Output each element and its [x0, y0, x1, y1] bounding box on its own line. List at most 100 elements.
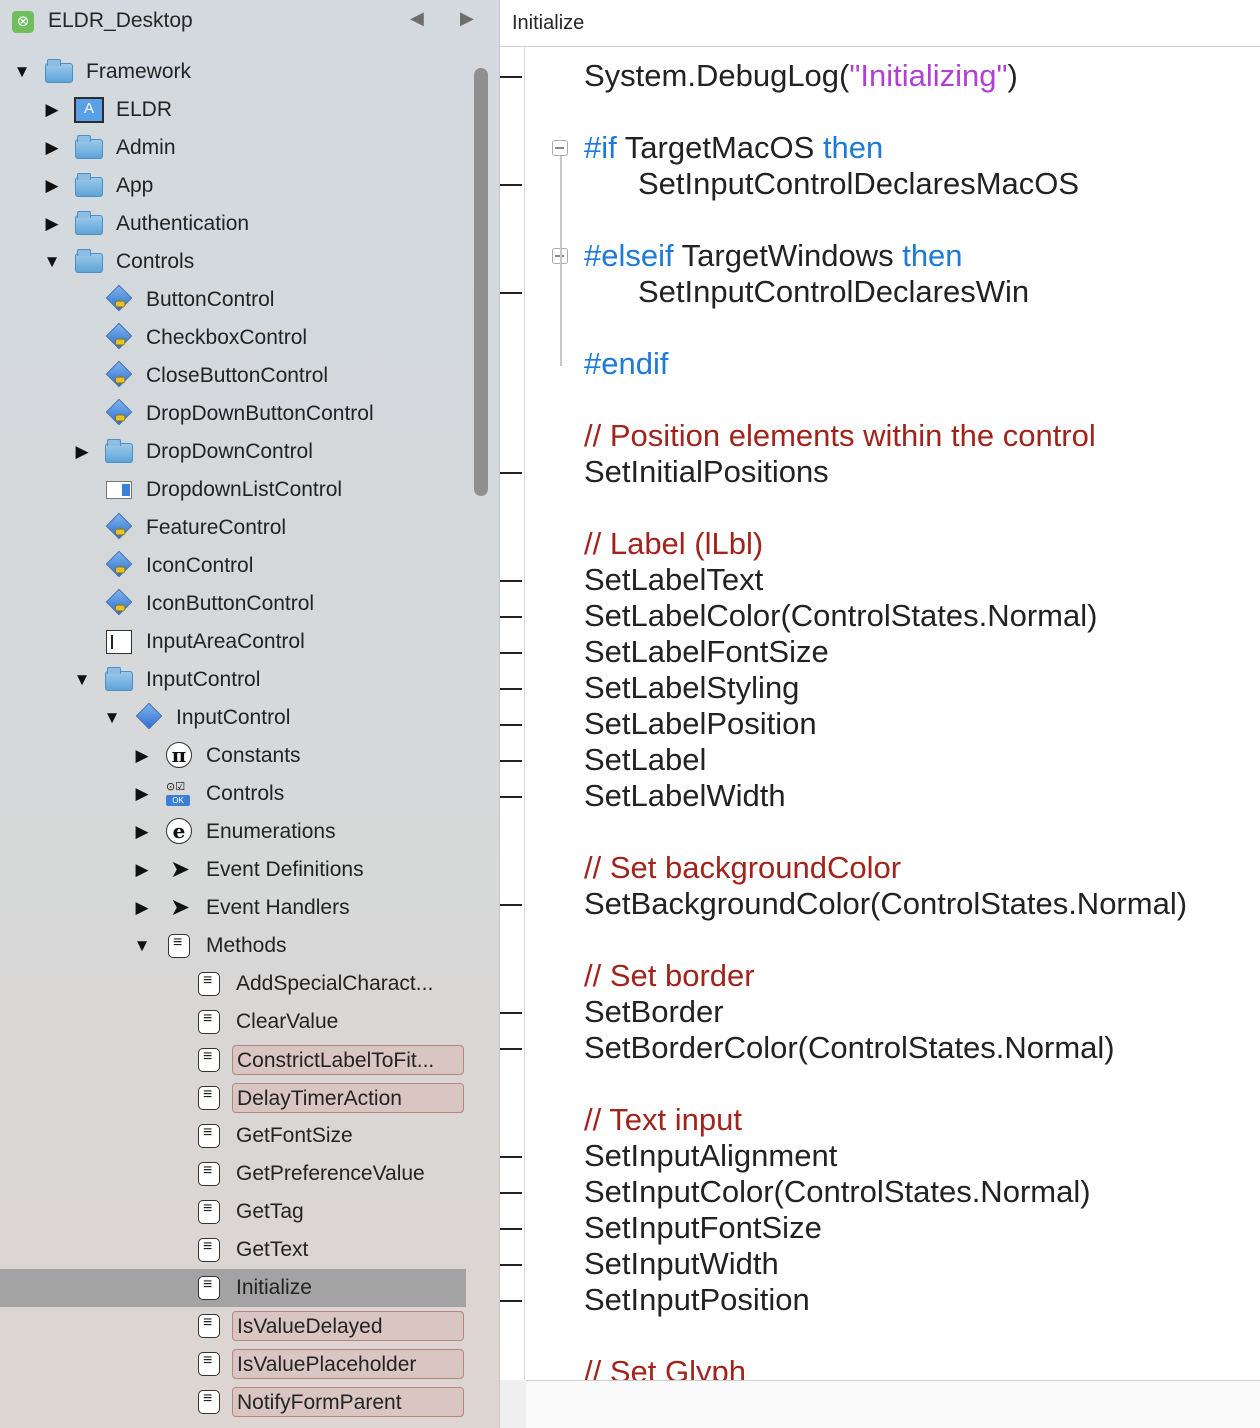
disclosure-collapsed-icon[interactable]: ▶	[72, 441, 92, 463]
breakpoint-tick[interactable]	[500, 688, 522, 690]
forward-arrow-icon[interactable]: ▶	[460, 8, 474, 29]
tree-row[interactable]: ▶ ⊙☑ OK Controls	[0, 775, 470, 813]
tree-row[interactable]: ButtonControl	[0, 281, 470, 319]
disclosure-collapsed-icon[interactable]: ▶	[42, 213, 62, 235]
tree-row[interactable]: ▼ Methods	[0, 927, 470, 965]
breakpoint-tick[interactable]	[500, 724, 522, 726]
code-line[interactable]: SetInputAlignment	[584, 1138, 837, 1174]
tree-row[interactable]: ▶ ➤ Event Definitions	[0, 851, 470, 889]
breakpoint-tick[interactable]	[500, 184, 522, 186]
tree-row[interactable]: NotifyFormParent	[0, 1383, 470, 1421]
disclosure-collapsed-icon[interactable]: ▶	[132, 859, 152, 881]
disclosure-expanded-icon[interactable]: ▼	[42, 251, 62, 273]
breakpoint-tick[interactable]	[500, 1012, 522, 1014]
code-directive-line[interactable]: #endif	[584, 346, 668, 382]
tree-row[interactable]: GetFontSize	[0, 1117, 470, 1155]
breakpoint-tick[interactable]	[500, 580, 522, 582]
tree-row[interactable]: ▶ Admin	[0, 129, 470, 167]
tree-row[interactable]: Initialize	[0, 1269, 466, 1307]
code-comment-line[interactable]: // Label (lLbl)	[584, 526, 763, 562]
breakpoint-tick[interactable]	[500, 760, 522, 762]
tree-row[interactable]: ▶ Authentication	[0, 205, 470, 243]
tree-row[interactable]: GetTag	[0, 1193, 470, 1231]
disclosure-collapsed-icon[interactable]: ▶	[132, 745, 152, 767]
code-directive-line[interactable]: #if TargetMacOS then	[584, 130, 883, 166]
tree-row[interactable]: ▶ A ELDR	[0, 91, 470, 129]
breakpoint-tick[interactable]	[500, 1192, 522, 1194]
code-line[interactable]: System.DebugLog("Initializing")	[584, 58, 1018, 94]
code-line[interactable]: SetLabelText	[584, 562, 763, 598]
code-line[interactable]: SetInputPosition	[584, 1282, 810, 1318]
tree-row[interactable]: ▼ InputControl	[0, 699, 470, 737]
tree-row[interactable]: FeatureControl	[0, 509, 470, 547]
breakpoint-tick[interactable]	[500, 1264, 522, 1266]
tree-row[interactable]: IconButtonControl	[0, 585, 470, 623]
tree-row[interactable]: IsValuePlaceholder	[0, 1345, 470, 1383]
disclosure-collapsed-icon[interactable]: ▶	[42, 99, 62, 121]
fold-toggle-icon[interactable]	[552, 140, 568, 156]
tree-row[interactable]: GetText	[0, 1231, 470, 1269]
tree-row[interactable]: ▶ App	[0, 167, 470, 205]
tree-row[interactable]: InputAreaControl	[0, 623, 470, 661]
tree-row[interactable]: IsValueDelayed	[0, 1307, 470, 1345]
breakpoint-tick[interactable]	[500, 616, 522, 618]
tree-row[interactable]: DropdownListControl	[0, 471, 470, 509]
tree-row[interactable]: DelayTimerAction	[0, 1079, 470, 1117]
tree-row[interactable]: ▶ DropDownControl	[0, 433, 470, 471]
code-line[interactable]: SetLabelColor(ControlStates.Normal)	[584, 598, 1097, 634]
disclosure-collapsed-icon[interactable]: ▶	[132, 897, 152, 919]
disclosure-expanded-icon[interactable]: ▼	[12, 61, 32, 83]
tree-row[interactable]: ClearValue	[0, 1003, 470, 1041]
back-arrow-icon[interactable]: ◀	[410, 8, 424, 29]
breakpoint-tick[interactable]	[500, 292, 522, 294]
code-comment-line[interactable]: // Set border	[584, 958, 755, 994]
code-comment-line[interactable]: // Set backgroundColor	[584, 850, 901, 886]
disclosure-expanded-icon[interactable]: ▼	[102, 707, 122, 729]
code-line[interactable]: SetLabelFontSize	[584, 634, 829, 670]
disclosure-collapsed-icon[interactable]: ▶	[42, 137, 62, 159]
code-comment-line[interactable]: // Text input	[584, 1102, 742, 1138]
disclosure-expanded-icon[interactable]: ▼	[132, 935, 152, 957]
breakpoint-tick[interactable]	[500, 904, 522, 906]
disclosure-collapsed-icon[interactable]: ▶	[42, 175, 62, 197]
breakpoint-tick[interactable]	[500, 76, 522, 78]
tree-row[interactable]: CheckboxControl	[0, 319, 470, 357]
breakpoint-tick[interactable]	[500, 1156, 522, 1158]
tree-row[interactable]: GetPreferenceValue	[0, 1155, 470, 1193]
code-line[interactable]: SetInputFontSize	[584, 1210, 822, 1246]
breakpoint-tick[interactable]	[500, 1300, 522, 1302]
code-line[interactable]: SetInputControlDeclaresWin	[638, 274, 1029, 310]
breakpoint-tick[interactable]	[500, 652, 522, 654]
code-comment-line[interactable]: // Position elements within the control	[584, 418, 1096, 454]
code-line[interactable]: SetInputWidth	[584, 1246, 779, 1282]
tree-row[interactable]: AddSpecialCharact...	[0, 965, 470, 1003]
tree-row[interactable]: ConstrictLabelToFit...	[0, 1041, 470, 1079]
tree-row[interactable]: ▶ e Enumerations	[0, 813, 470, 851]
tree-row[interactable]: ▼ InputControl	[0, 661, 470, 699]
code-line[interactable]: SetLabelPosition	[584, 706, 817, 742]
horizontal-scrollbar[interactable]	[500, 1380, 1260, 1428]
code-line[interactable]: SetLabel	[584, 742, 706, 778]
tree-row[interactable]: DropDownButtonControl	[0, 395, 470, 433]
code-line[interactable]: SetLabelStyling	[584, 670, 799, 706]
disclosure-expanded-icon[interactable]: ▼	[72, 669, 92, 691]
code-directive-line[interactable]: #elseif TargetWindows then	[584, 238, 963, 274]
code-line[interactable]: SetInitialPositions	[584, 454, 829, 490]
tree-row[interactable]: ▶ ➤ Event Handlers	[0, 889, 470, 927]
tree-row[interactable]: IconControl	[0, 547, 470, 585]
code-line[interactable]: SetInputControlDeclaresMacOS	[638, 166, 1079, 202]
code-line[interactable]: SetBorder	[584, 994, 724, 1030]
breakpoint-tick[interactable]	[500, 1048, 522, 1050]
disclosure-collapsed-icon[interactable]: ▶	[132, 821, 152, 843]
code-line[interactable]: SetLabelWidth	[584, 778, 786, 814]
editor-tab-title[interactable]: Initialize	[512, 12, 584, 35]
code-line[interactable]: SetBackgroundColor(ControlStates.Normal)	[584, 886, 1187, 922]
disclosure-collapsed-icon[interactable]: ▶	[132, 783, 152, 805]
sidebar-scrollbar[interactable]	[474, 68, 488, 496]
code-editor[interactable]: Initialize System.DebugLog("Initializing…	[500, 0, 1260, 1428]
breakpoint-tick[interactable]	[500, 796, 522, 798]
tree-row[interactable]: ▶ π Constants	[0, 737, 470, 775]
breakpoint-tick[interactable]	[500, 1228, 522, 1230]
tree-row[interactable]: ▼ Controls	[0, 243, 470, 281]
code-line[interactable]: SetInputColor(ControlStates.Normal)	[584, 1174, 1091, 1210]
